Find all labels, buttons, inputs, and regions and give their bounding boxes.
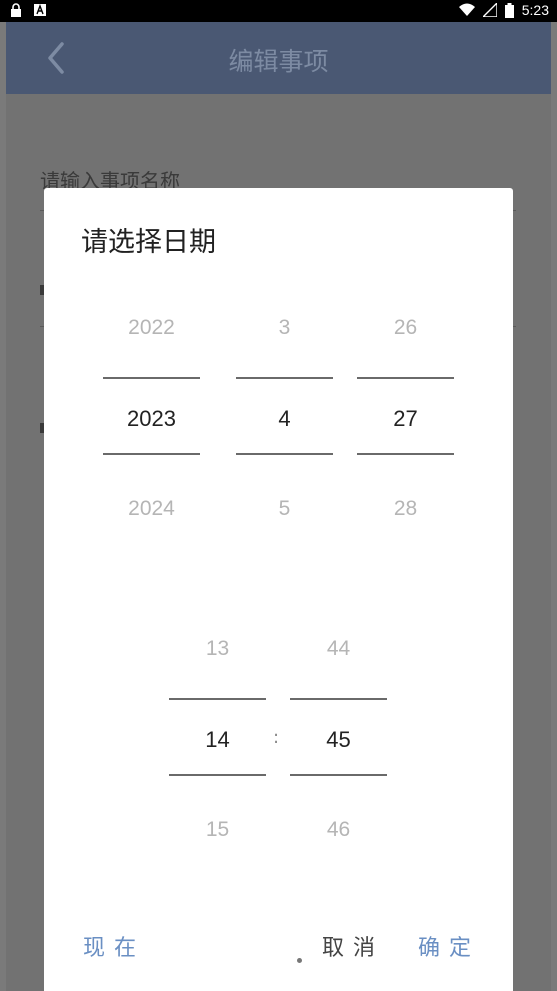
selection-line-bottom: [103, 453, 200, 455]
scroll-indicator-dot: [297, 958, 302, 963]
app-notification-icon: [34, 4, 46, 16]
signal-icon: [482, 3, 497, 17]
wifi-icon: [458, 3, 475, 16]
selection-line-bottom: [236, 453, 333, 455]
day-wheel[interactable]: 26 27 28: [357, 308, 454, 528]
minute-selected[interactable]: 45: [290, 727, 387, 753]
day-next[interactable]: 28: [357, 497, 454, 521]
time-separator: :: [273, 727, 280, 748]
selection-line-top: [357, 377, 454, 379]
selection-line-bottom: [290, 774, 387, 776]
minute-prev[interactable]: 44: [290, 637, 387, 661]
day-selected[interactable]: 27: [357, 406, 454, 432]
date-picker-dialog: 请选择日期 2022 2023 2024 3 4 5 26 27 28 13 1…: [44, 188, 513, 991]
month-next[interactable]: 5: [236, 497, 333, 521]
battery-icon: [504, 2, 514, 18]
selection-line-top: [169, 698, 266, 700]
selection-line-bottom: [169, 774, 266, 776]
confirm-button[interactable]: 确定: [418, 930, 480, 962]
minute-wheel[interactable]: 44 45 46: [290, 629, 387, 849]
selection-line-top: [103, 377, 200, 379]
month-wheel[interactable]: 3 4 5: [236, 308, 333, 528]
app-bar: 编辑事项: [6, 22, 551, 94]
hour-prev[interactable]: 13: [169, 637, 266, 661]
year-prev[interactable]: 2022: [103, 316, 200, 340]
month-selected[interactable]: 4: [236, 406, 333, 432]
minute-next[interactable]: 46: [290, 818, 387, 842]
cancel-button[interactable]: 取消: [322, 930, 384, 962]
year-wheel[interactable]: 2022 2023 2024: [103, 308, 200, 528]
hour-selected[interactable]: 14: [169, 727, 266, 753]
hour-wheel[interactable]: 13 14 15: [169, 629, 266, 849]
year-next[interactable]: 2024: [103, 497, 200, 521]
selection-line-bottom: [357, 453, 454, 455]
day-prev[interactable]: 26: [357, 316, 454, 340]
page-title: 编辑事项: [228, 47, 329, 76]
year-selected[interactable]: 2023: [103, 406, 200, 432]
lock-icon: [11, 3, 21, 17]
month-prev[interactable]: 3: [236, 316, 333, 340]
selection-line-top: [290, 698, 387, 700]
dialog-title: 请选择日期: [81, 227, 216, 258]
hour-next[interactable]: 15: [169, 818, 266, 842]
now-button[interactable]: 现在: [83, 930, 145, 962]
selection-line-top: [236, 377, 333, 379]
status-bar: 5:23: [0, 0, 557, 22]
status-time: 5:23: [521, 2, 549, 18]
